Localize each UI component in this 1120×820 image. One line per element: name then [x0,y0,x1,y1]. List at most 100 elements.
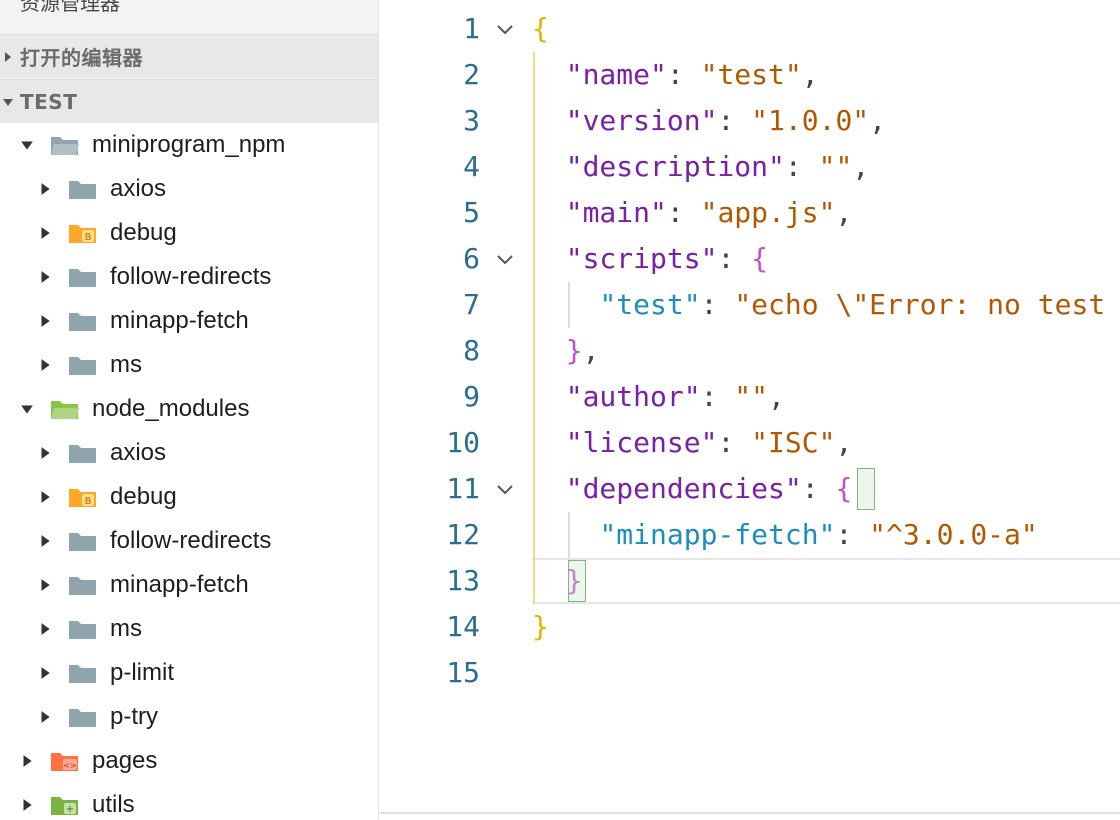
chevron-right-icon[interactable] [20,798,34,812]
code-token: : [700,288,735,321]
code-token: "ISC" [751,426,836,459]
file-tree: miniprogram_npm axios Bdebug follow-redirec… [0,123,378,820]
chevron-down-icon[interactable] [20,138,34,152]
code-token: : [717,242,752,275]
code-token: { [751,242,769,275]
code-line[interactable]: 15 [380,650,1120,696]
code-token: "minapp-fetch" [599,518,836,551]
code-line[interactable]: 12 "minapp-fetch": "^3.0.0-a" [380,512,1120,558]
chevron-right-icon[interactable] [38,666,52,680]
code-text: "scripts": { [532,236,768,282]
code-line[interactable]: 6 "scripts": { [380,236,1120,282]
tree-item[interactable]: Bdebug [0,475,378,519]
code-line[interactable]: 5 "main": "app.js", [380,190,1120,236]
chevron-right-icon[interactable] [38,314,52,328]
chevron-right-icon[interactable] [38,270,52,284]
tree-item-label: miniprogram_npm [92,131,286,158]
code-token: } [565,334,583,367]
tree-item[interactable]: minapp-fetch [0,563,378,607]
code-text: { [532,6,549,52]
chevron-right-icon[interactable] [38,446,52,460]
tree-item[interactable]: p-try [0,695,378,739]
tree-item-label: ms [110,351,142,378]
code-token: "author" [565,380,701,413]
line-number: 14 [446,610,480,643]
code-line[interactable]: 10 "license": "ISC", [380,420,1120,466]
chevron-right-icon[interactable] [38,490,52,504]
tree-item[interactable]: ms [0,343,378,387]
code-token: : [801,472,836,505]
tree-item[interactable]: follow-redirects [0,255,378,299]
bracket-match-highlight [568,560,586,602]
chevron-right-icon[interactable] [38,534,52,548]
code-line[interactable]: 7 "test": "echo \"Error: no test specifi… [380,282,1120,328]
tree-item[interactable]: axios [0,167,378,211]
code-line[interactable]: 9 "author": "", [380,374,1120,420]
folder-icon [69,269,96,287]
tree-item[interactable]: ms [0,607,378,651]
chevron-right-icon[interactable] [20,754,34,768]
code-line[interactable]: 2 "name": "test", [380,52,1120,98]
tree-item[interactable]: Bdebug [0,211,378,255]
fold-chevron-icon[interactable] [494,478,516,500]
line-number: 6 [463,242,480,275]
fold-chevron-icon[interactable] [494,248,516,270]
chevron-right-icon[interactable] [38,578,52,592]
line-number: 1 [463,12,480,45]
code-line[interactable]: 14} [380,604,1120,650]
code-editor[interactable]: 1{2 "name": "test", 3 "version": "1.0.0",… [380,0,1120,820]
code-token: "test" [599,288,701,321]
code-line[interactable]: 11 "dependencies": { [380,466,1120,512]
chevron-right-icon[interactable] [38,226,52,240]
folder-icon [69,181,96,199]
chevron-down-icon[interactable] [20,402,34,416]
chevron-right-icon[interactable] [38,358,52,372]
code-line[interactable]: 4 "description": "", [380,144,1120,190]
tree-item[interactable]: p-limit [0,651,378,695]
code-token: { [532,12,549,45]
code-line[interactable]: 13 } [380,558,1120,604]
line-number: 15 [446,656,480,689]
chevron-right-icon[interactable] [38,622,52,636]
code-line[interactable]: 3 "version": "1.0.0", [380,98,1120,144]
project-section[interactable]: TEST [0,79,378,123]
tree-item-label: utils [92,791,135,818]
code-token: "test" [700,58,802,91]
code-line[interactable]: 1{ [380,6,1120,52]
tree-item[interactable]: node_modules [0,387,378,431]
code-text: "name": "test", [532,52,819,98]
code-token: "dependencies" [565,472,802,505]
code-text: "version": "1.0.0", [532,98,886,144]
code-line[interactable]: 8 }, [380,328,1120,374]
chevron-right-icon[interactable] [38,182,52,196]
code-token: : [666,58,701,91]
folder-icon [69,709,96,727]
code-token: { [835,472,853,505]
folder-icon [69,357,96,375]
chevron-right-icon[interactable] [38,710,52,724]
debug-folder-icon: B [69,489,96,507]
utils-folder-icon: + [51,797,78,815]
tree-item[interactable]: miniprogram_npm [0,123,378,167]
tree-item-label: minapp-fetch [110,571,249,598]
code-token: , [582,334,600,367]
open-editors-section[interactable]: 打开的编辑器 [0,34,378,78]
folder-icon [69,665,96,683]
tree-item[interactable]: + utils [0,783,378,820]
tree-item[interactable]: axios [0,431,378,475]
code-token: "echo \"Error: no test specified\" && ex… [734,288,1106,321]
code-token: "license" [565,426,718,459]
tree-item[interactable]: minapp-fetch [0,299,378,343]
code-token: : [700,380,735,413]
folder-icon [69,577,96,595]
fold-chevron-icon[interactable] [494,18,516,40]
code-token: "main" [565,196,667,229]
tree-item[interactable]: <> pages [0,739,378,783]
code-text: "dependencies": { [532,466,853,512]
tree-item[interactable]: follow-redirects [0,519,378,563]
line-number: 10 [446,426,480,459]
